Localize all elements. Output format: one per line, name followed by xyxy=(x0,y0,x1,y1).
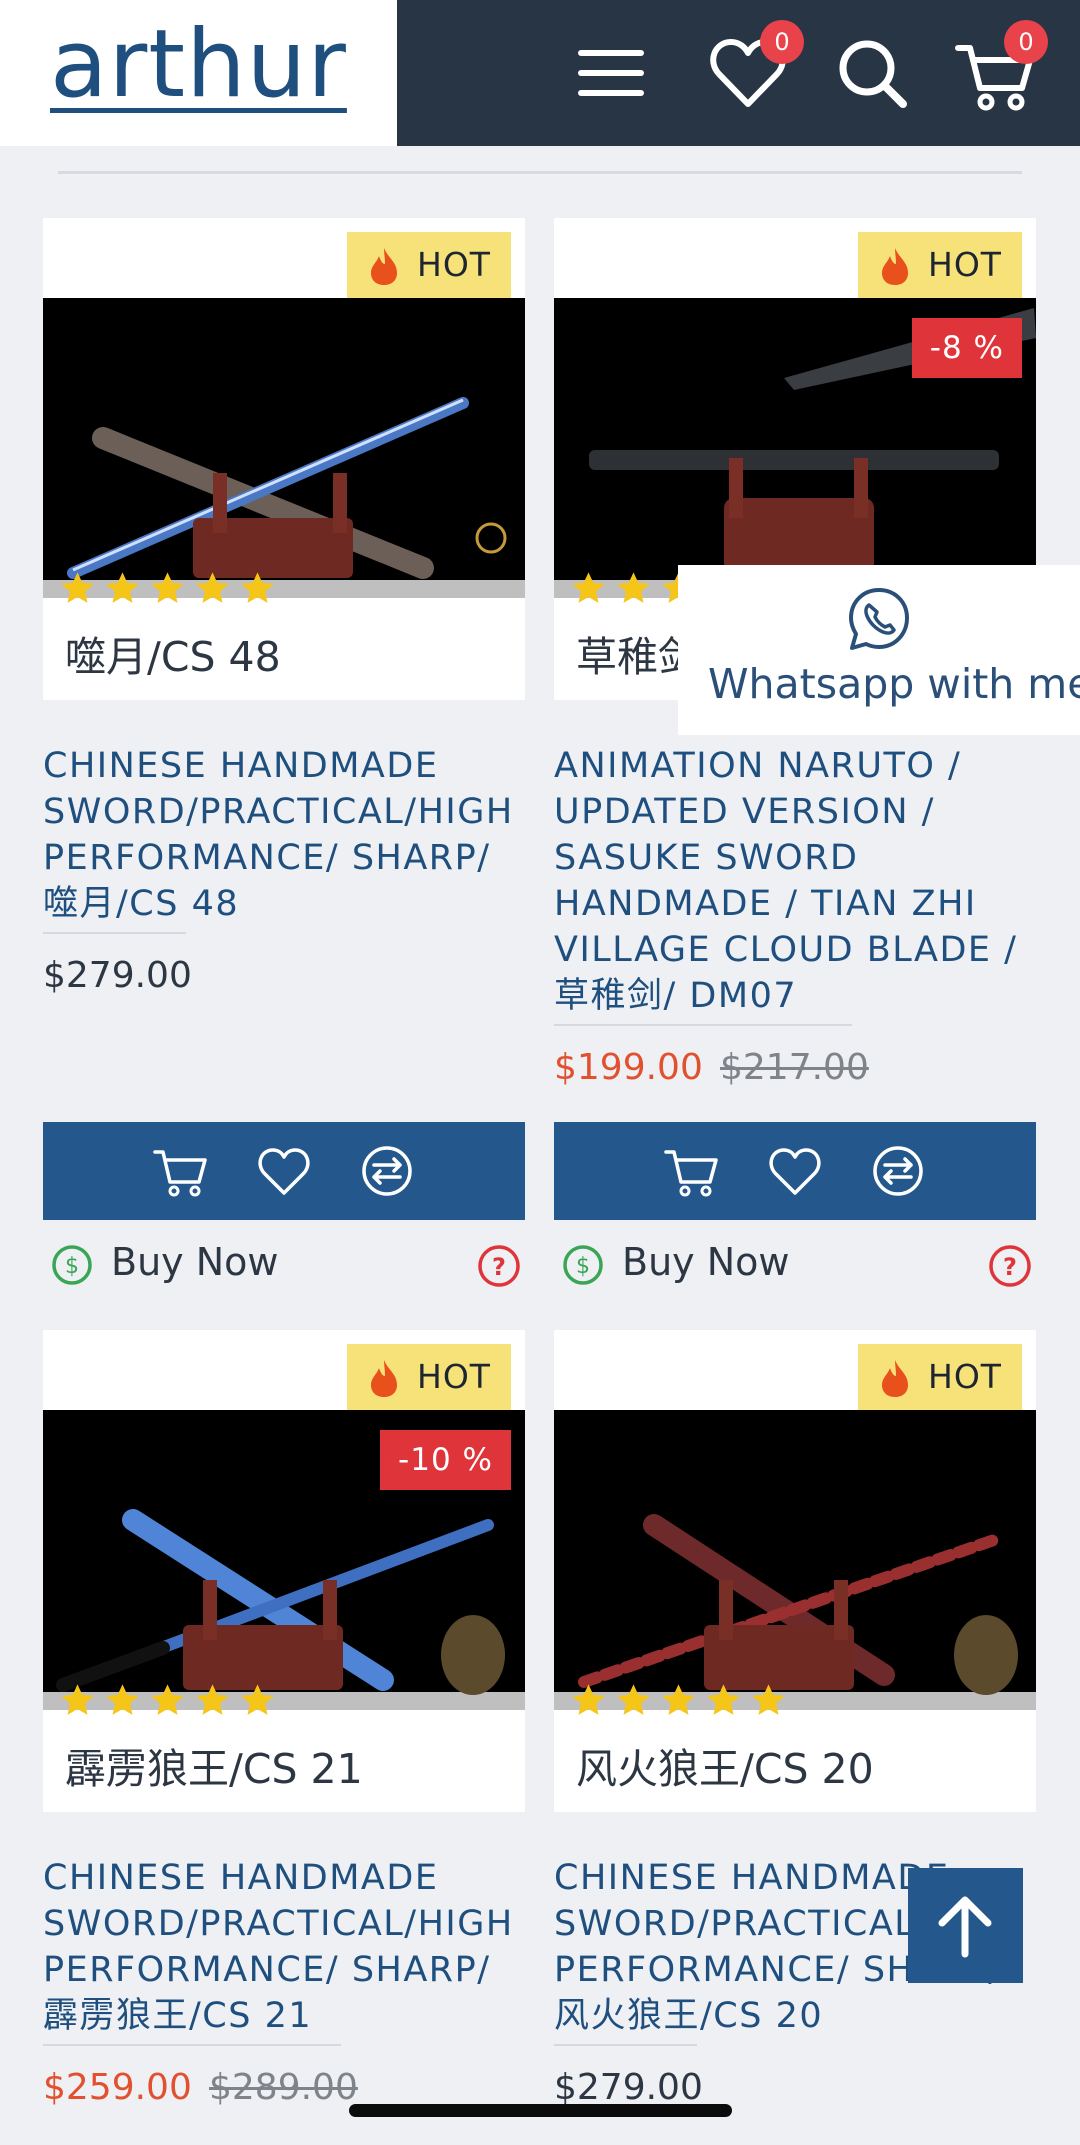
product-actions-bar xyxy=(554,1122,1036,1220)
star-icon xyxy=(752,1684,785,1715)
product-chinese-name: 噬月/CS 48 xyxy=(65,633,281,681)
product-old-price: $217.00 xyxy=(720,1047,869,1088)
add-to-cart-icon[interactable] xyxy=(662,1140,724,1202)
flame-icon xyxy=(882,1360,908,1397)
star-icon xyxy=(106,1684,139,1715)
site-header: arthur 0 0 xyxy=(0,0,1080,146)
star-icon xyxy=(617,572,650,603)
whatsapp-label: Whatsapp with me xyxy=(708,660,1080,708)
product-card: HOT -8 % 草稚剑/DM07 ANIMATION NARUTO / UPD… xyxy=(554,218,1036,1308)
product-photo[interactable] xyxy=(554,1410,1036,1710)
site-logo[interactable]: arthur xyxy=(50,18,347,112)
star-icon xyxy=(106,572,139,603)
section-divider xyxy=(58,171,1022,174)
whatsapp-chat-button[interactable]: Whatsapp with me xyxy=(678,565,1080,735)
hot-badge-label: HOT xyxy=(928,1357,1002,1396)
star-icon xyxy=(241,572,274,603)
star-icon xyxy=(196,1684,229,1715)
product-card: HOT 噬月/CS 48 CHINESE HANDMADE SWORD/PRAC… xyxy=(43,218,525,1308)
product-chinese-name: 风火狼王/CS 20 xyxy=(576,1745,874,1793)
cart-count-badge: 0 xyxy=(1004,20,1048,64)
price-divider xyxy=(43,932,186,934)
star-icon xyxy=(151,1684,184,1715)
hot-badge: HOT xyxy=(347,1344,511,1410)
buy-now-label: Buy Now xyxy=(111,1240,279,1284)
price-divider xyxy=(554,2044,697,2046)
flame-icon xyxy=(882,248,908,285)
whatsapp-icon xyxy=(849,588,909,650)
svg-text:?: ? xyxy=(492,1253,506,1281)
flame-icon xyxy=(371,248,397,285)
discount-badge: -10 % xyxy=(380,1430,511,1490)
help-icon[interactable]: ? xyxy=(477,1244,521,1288)
star-icon xyxy=(572,572,605,603)
hot-badge-label: HOT xyxy=(417,245,491,284)
hot-badge: HOT xyxy=(858,232,1022,298)
help-icon[interactable]: ? xyxy=(988,1244,1032,1288)
product-card: HOT -10 % 霹雳狼王/CS 21 CHINESE HANDMADE SW… xyxy=(43,1330,525,2145)
rating-stars xyxy=(59,1682,276,1722)
price-divider xyxy=(43,2044,341,2046)
svg-text:$: $ xyxy=(65,1254,79,1279)
logo-area: arthur xyxy=(0,0,397,146)
menu-icon[interactable] xyxy=(566,28,656,118)
arrow-up-icon xyxy=(938,1896,992,1958)
back-to-top-button[interactable] xyxy=(908,1868,1023,1983)
product-actions-bar xyxy=(43,1122,525,1220)
product-sale-price: $259.00 xyxy=(43,2067,192,2108)
star-icon xyxy=(662,1684,695,1715)
star-icon xyxy=(241,1684,274,1715)
add-to-cart-icon[interactable] xyxy=(151,1140,213,1202)
product-image-area[interactable]: HOT 风火狼王/CS 20 xyxy=(554,1330,1036,1812)
product-image-area[interactable]: HOT -10 % 霹雳狼王/CS 21 xyxy=(43,1330,525,1812)
add-to-wishlist-icon[interactable] xyxy=(764,1140,826,1202)
svg-text:?: ? xyxy=(1003,1253,1017,1281)
product-photo[interactable] xyxy=(43,298,525,598)
star-icon xyxy=(617,1684,650,1715)
home-indicator xyxy=(349,2104,732,2117)
discount-badge: -8 % xyxy=(911,318,1022,378)
hot-badge-label: HOT xyxy=(417,1357,491,1396)
product-card: HOT 风火狼王/CS 20 CHINESE HANDMADE SWORD/PR… xyxy=(554,1330,1036,2145)
rating-stars xyxy=(570,1682,787,1722)
star-icon xyxy=(196,572,229,603)
product-title-link[interactable]: CHINESE HANDMADE SWORD/PRACTICAL/HIGH PE… xyxy=(43,1855,525,2039)
star-icon xyxy=(151,572,184,603)
product-old-price: $289.00 xyxy=(209,2067,358,2108)
product-sale-price: $199.00 xyxy=(554,1047,703,1088)
sword-image xyxy=(554,1514,1036,1710)
add-to-wishlist-icon[interactable] xyxy=(253,1140,315,1202)
star-icon xyxy=(572,1684,605,1715)
hot-badge: HOT xyxy=(858,1344,1022,1410)
product-price: $279.00 xyxy=(43,955,192,996)
star-icon xyxy=(61,572,94,603)
star-icon xyxy=(61,1684,94,1715)
compare-icon[interactable] xyxy=(356,1140,418,1202)
compare-icon[interactable] xyxy=(867,1140,929,1202)
price-divider xyxy=(554,1024,852,1026)
dollar-icon: $ xyxy=(563,1245,603,1285)
wishlist-count-badge: 0 xyxy=(760,20,804,64)
buy-now-button[interactable]: $ Buy Now xyxy=(51,1238,451,1294)
product-image-area[interactable]: HOT 噬月/CS 48 xyxy=(43,218,525,700)
hot-badge: HOT xyxy=(347,232,511,298)
sword-image xyxy=(43,397,525,598)
star-icon xyxy=(707,1684,740,1715)
dollar-icon: $ xyxy=(52,1245,92,1285)
flame-icon xyxy=(371,1360,397,1397)
product-title-link[interactable]: ANIMATION NARUTO / UPDATED VERSION / SAS… xyxy=(554,743,1036,1019)
buy-now-button[interactable]: $ Buy Now xyxy=(562,1238,962,1294)
product-price: $279.00 xyxy=(554,2067,703,2108)
svg-text:$: $ xyxy=(576,1254,590,1279)
product-title-link[interactable]: CHINESE HANDMADE SWORD/PRACTICAL/HIGH PE… xyxy=(43,743,525,927)
product-chinese-name: 霹雳狼王/CS 21 xyxy=(65,1745,363,1793)
search-icon[interactable] xyxy=(827,28,917,118)
hot-badge-label: HOT xyxy=(928,245,1002,284)
rating-stars xyxy=(59,570,276,610)
buy-now-label: Buy Now xyxy=(622,1240,790,1284)
